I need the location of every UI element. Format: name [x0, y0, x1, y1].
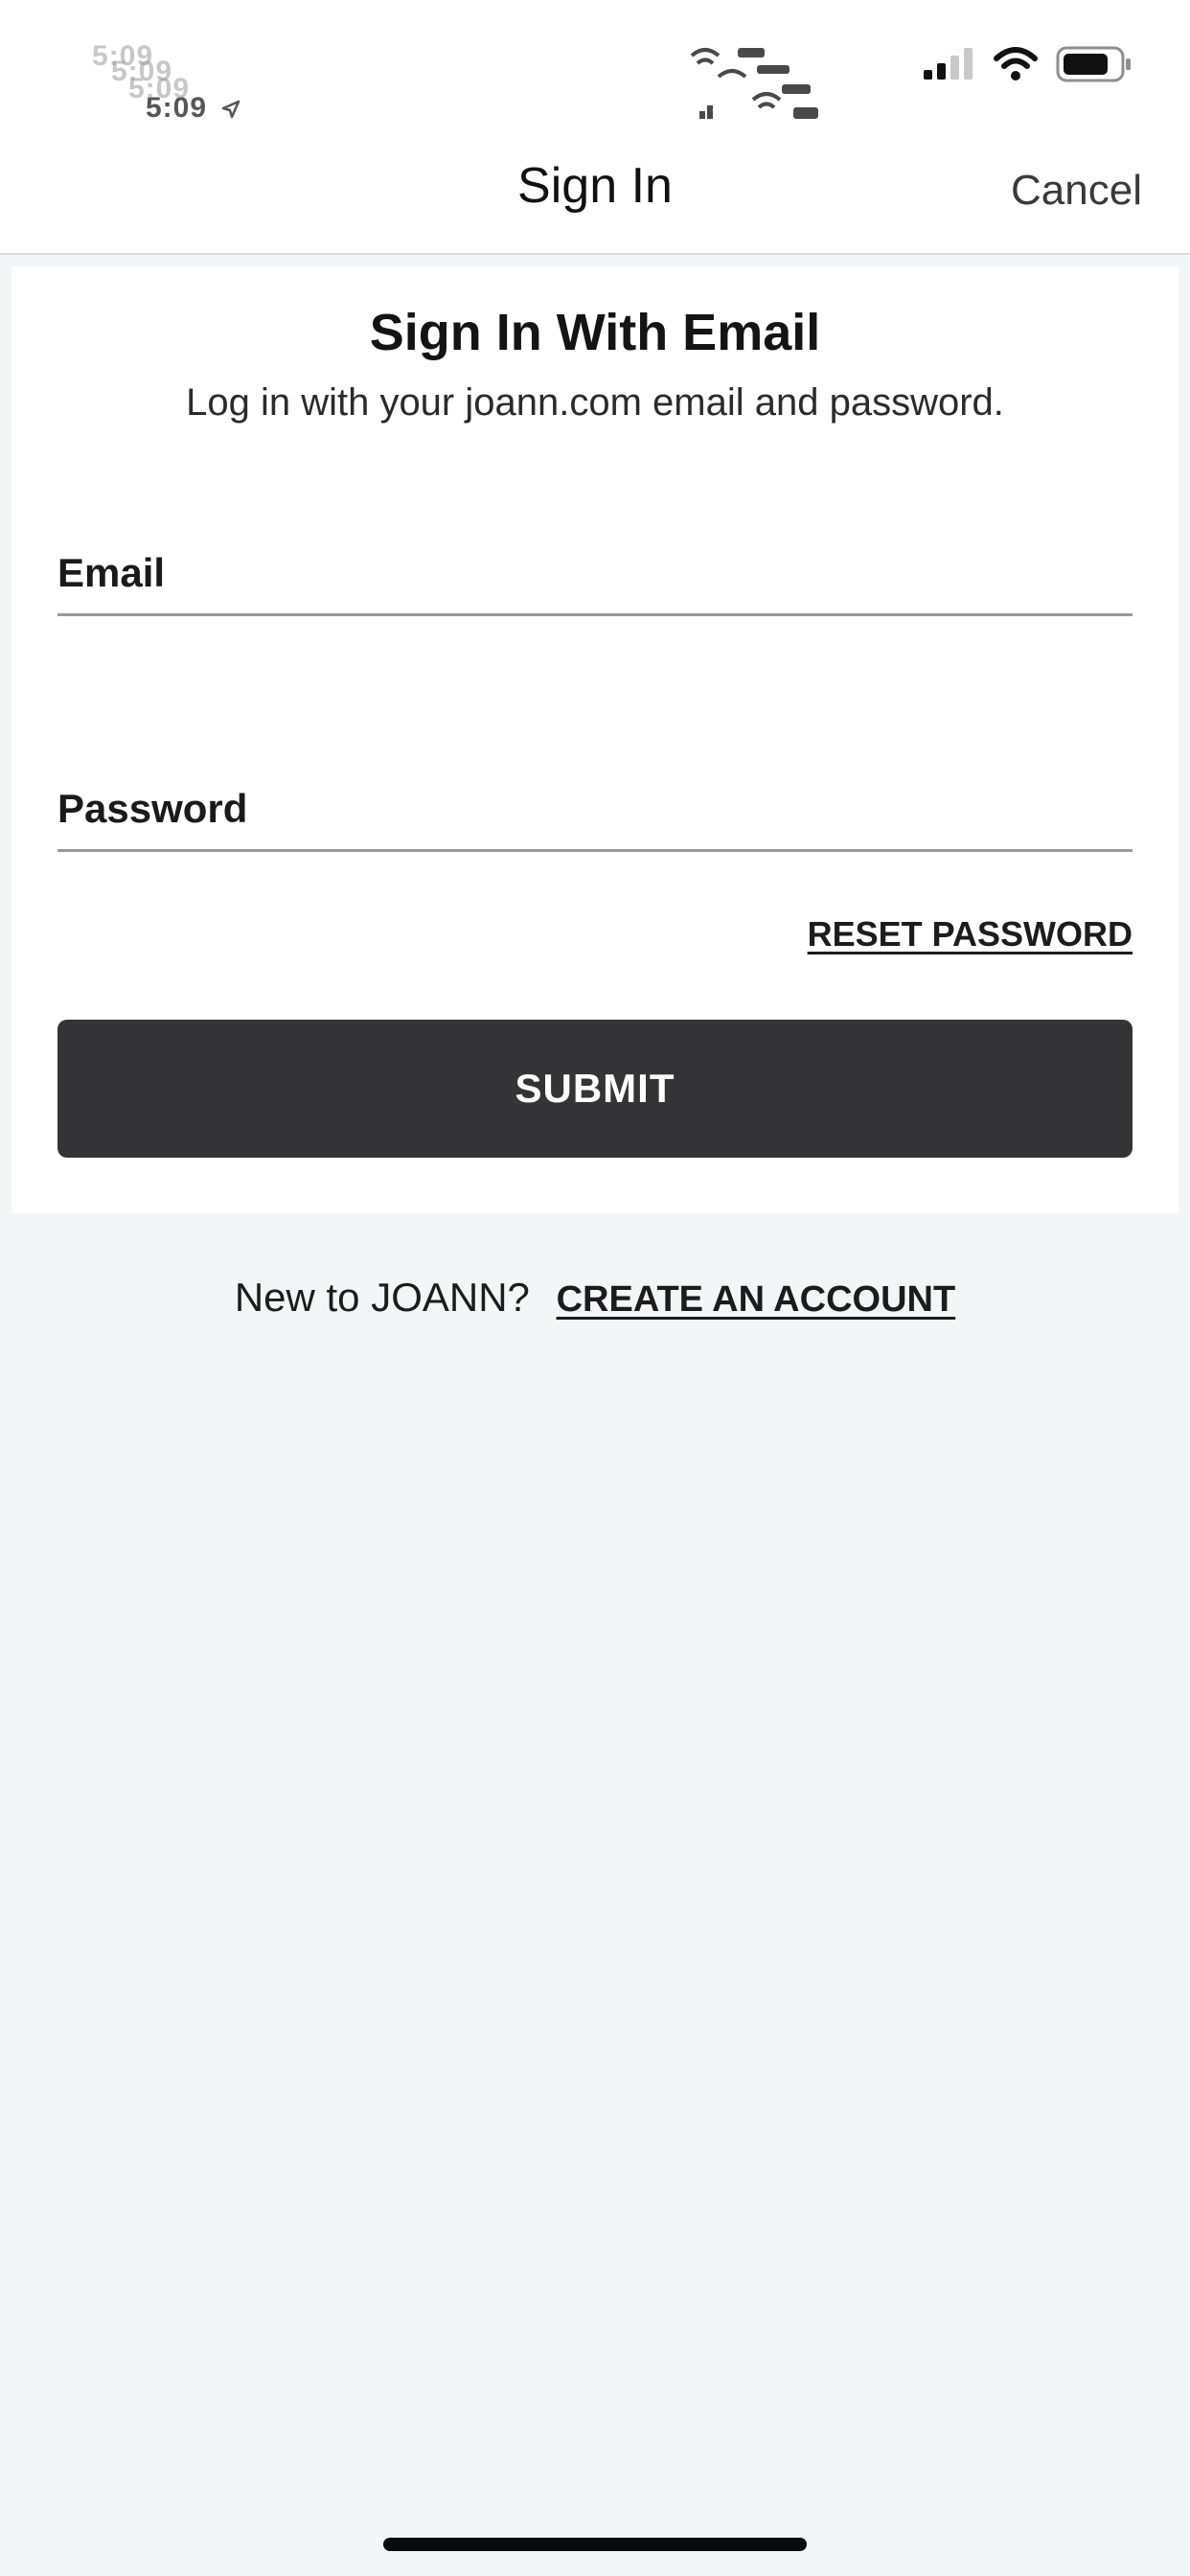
status-time: 5:09 5:09 5:09 5:09 — [92, 40, 240, 125]
status-glitch-artifact — [690, 48, 818, 119]
location-arrow-icon — [222, 100, 240, 119]
cellular-signal-icon — [924, 48, 973, 80]
card-subtitle: Log in with your joann.com email and pas… — [186, 381, 1004, 424]
signup-row: New to JOANN? CREATE AN ACCOUNT — [0, 1275, 1190, 1321]
navigation-bar: Sign In Cancel — [0, 144, 1190, 255]
email-field[interactable]: Email — [57, 508, 1136, 616]
signup-prompt: New to JOANN? — [234, 1275, 530, 1320]
email-input[interactable] — [57, 537, 1136, 606]
create-account-link[interactable]: CREATE AN ACCOUNT — [557, 1279, 956, 1320]
card-title: Sign In With Email — [369, 304, 821, 361]
status-right-icons — [922, 46, 1133, 82]
status-time-ghost: 5:09 — [128, 73, 190, 105]
cancel-button[interactable]: Cancel — [1011, 167, 1142, 215]
submit-button[interactable]: SUBMIT — [57, 1020, 1133, 1158]
wifi-icon — [994, 47, 1038, 80]
sign-in-card: Sign In With Email Log in with your joan… — [11, 266, 1179, 1213]
status-bar: 5:09 5:09 5:09 5:09 — [0, 0, 1190, 144]
home-indicator[interactable] — [383, 2538, 807, 2551]
reset-password-link[interactable]: RESET PASSWORD — [808, 914, 1133, 954]
password-input[interactable] — [57, 772, 1136, 841]
password-field[interactable]: Password — [57, 744, 1136, 852]
battery-icon — [1056, 46, 1131, 82]
status-time-ghost-text: 5:09 — [128, 73, 191, 104]
